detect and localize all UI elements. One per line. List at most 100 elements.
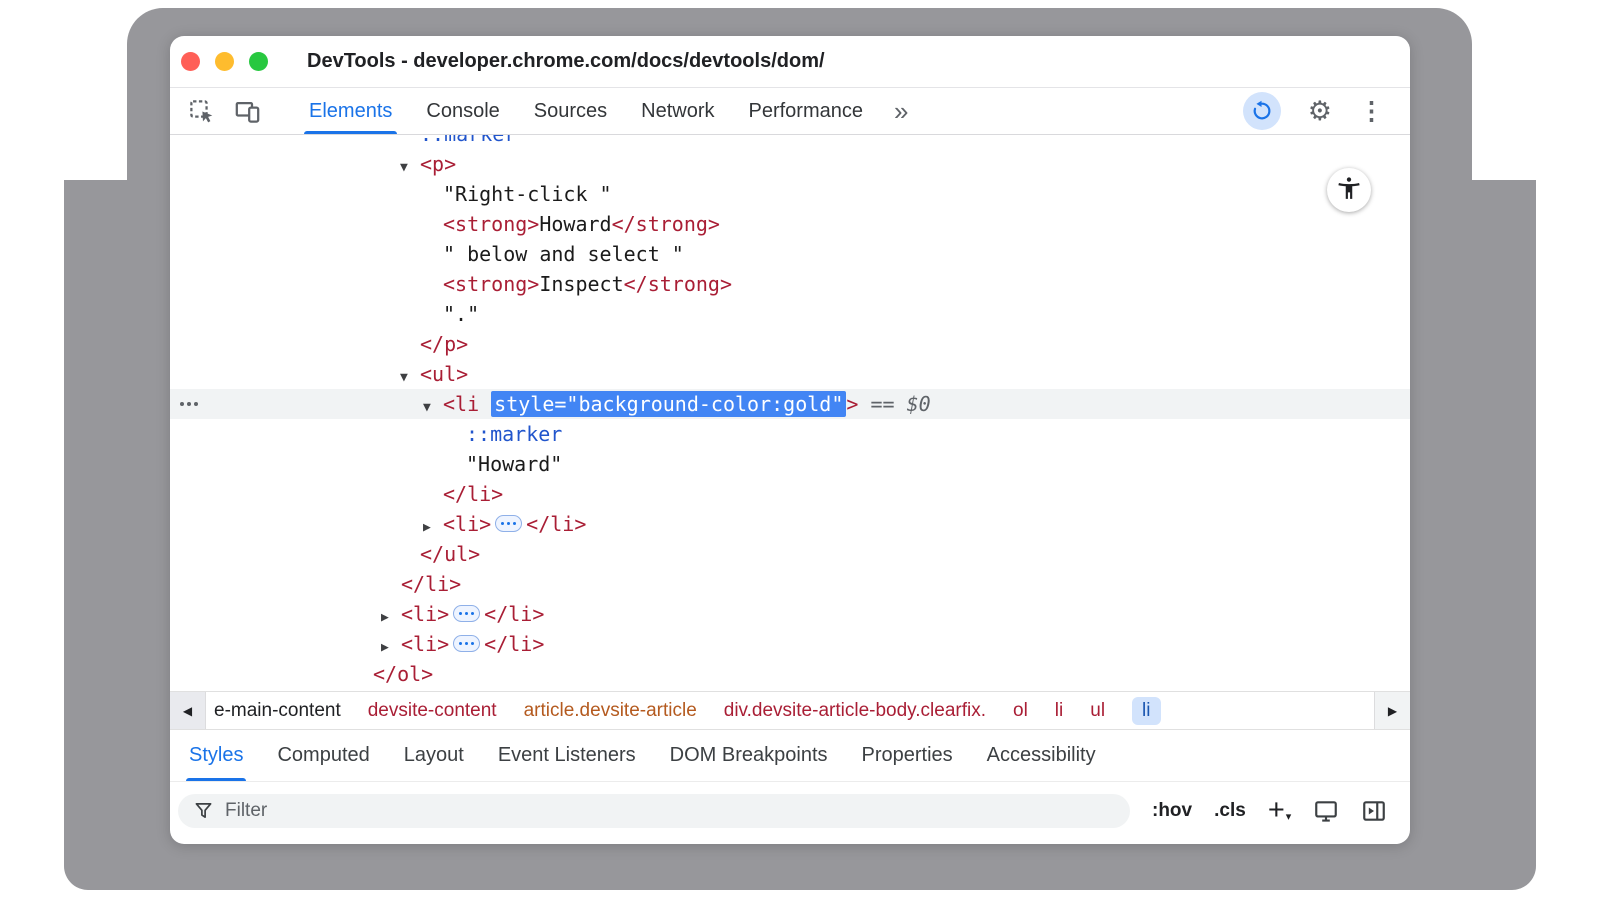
dom-row[interactable]: ▶<li></li> [170, 509, 1410, 539]
dom-segment-tag: <p> [420, 152, 456, 176]
panel-tab-event-listeners[interactable]: Event Listeners [481, 730, 653, 781]
new-style-rule-button[interactable]: + ▾ [1268, 796, 1291, 825]
dom-row[interactable]: ▼<p> [170, 149, 1410, 179]
dom-segment-tag: <ul> [420, 362, 468, 386]
kebab-menu-icon[interactable]: ⋮ [1359, 99, 1384, 124]
inspect-element-icon[interactable] [186, 96, 216, 126]
dom-segment-tag: <li> [401, 602, 449, 626]
breadcrumb-item-article-devsite-article[interactable]: article.devsite-article [524, 700, 697, 722]
breadcrumb-scroll-right[interactable]: ▶ [1374, 692, 1410, 729]
dom-segment-tag: </strong> [612, 212, 720, 236]
chevron-left-icon: ◀ [183, 704, 192, 718]
toolbar-tabs: ElementsConsoleSourcesNetworkPerformance [292, 88, 880, 134]
dom-segment-tag: <strong> [443, 212, 539, 236]
dom-segment-tag: </li> [526, 512, 586, 536]
breadcrumb-item-devsite-content[interactable]: devsite-content [368, 700, 497, 722]
tab-console[interactable]: Console [409, 88, 516, 134]
dom-segment-text: "Right-click " [443, 182, 612, 206]
dom-segment-hl: style="background-color:gold" [491, 391, 846, 417]
panel-tab-computed[interactable]: Computed [260, 730, 386, 781]
accessibility-button[interactable] [1327, 168, 1371, 212]
dom-row[interactable]: <strong>Inspect</strong> [170, 269, 1410, 299]
breadcrumb-item-e-main-content[interactable]: e-main-content [214, 700, 341, 722]
elements-tree: ::marker ▼<p>"Right-click "<strong>Howar… [170, 135, 1410, 691]
panel-tab-accessibility[interactable]: Accessibility [970, 730, 1113, 781]
dom-rows: ▼<p>"Right-click "<strong>Howard</strong… [170, 149, 1410, 689]
more-tabs-icon[interactable]: » [880, 98, 922, 124]
expand-inline-icon[interactable] [453, 635, 480, 652]
dom-segment-tag: > [846, 392, 858, 416]
devtools-update-icon[interactable] [1243, 92, 1281, 130]
settings-gear-icon[interactable]: ⚙ [1308, 98, 1332, 125]
dom-row[interactable]: </p> [170, 329, 1410, 359]
panel-tab-styles[interactable]: Styles [172, 730, 260, 781]
dom-row[interactable]: ▼<li style="background-color:gold"> == $… [170, 389, 1410, 419]
panel-tabs: StylesComputedLayoutEvent ListenersDOM B… [170, 729, 1410, 781]
dom-segment-text: Howard [539, 212, 611, 236]
maximize-button[interactable] [249, 52, 268, 71]
styles-actions: :hov .cls + ▾ [1152, 796, 1387, 825]
dom-segment-text [479, 392, 491, 416]
filter-input[interactable] [225, 800, 1126, 822]
caret-down-icon: ▾ [1286, 812, 1292, 823]
minimize-button[interactable] [215, 52, 234, 71]
toggle-element-classes-button[interactable]: .cls [1214, 800, 1246, 822]
dom-segment-tag: </p> [420, 332, 468, 356]
plus-icon: + [1268, 796, 1285, 825]
dom-row[interactable]: ▶<li></li> [170, 599, 1410, 629]
row-actions-icon[interactable] [180, 402, 198, 406]
dom-row[interactable]: "Right-click " [170, 179, 1410, 209]
dom-segment-tag: <li> [443, 512, 491, 536]
dom-segment-tag: <strong> [443, 272, 539, 296]
expand-inline-icon[interactable] [495, 515, 522, 532]
dom-row[interactable]: </ol> [170, 659, 1410, 689]
rendering-monitor-icon[interactable] [1313, 798, 1339, 824]
dom-row[interactable]: "." [170, 299, 1410, 329]
dom-segment-text: Inspect [539, 272, 623, 296]
tab-sources[interactable]: Sources [517, 88, 624, 134]
tab-elements[interactable]: Elements [292, 88, 409, 134]
expand-inline-icon[interactable] [453, 605, 480, 622]
tab-network[interactable]: Network [624, 88, 731, 134]
dom-row[interactable]: ::marker [170, 419, 1410, 449]
toolbar-right-actions: ⚙ ⋮ [1243, 92, 1410, 130]
toggle-hover-state-button[interactable]: :hov [1152, 800, 1192, 822]
panel-tab-layout[interactable]: Layout [387, 730, 481, 781]
dom-row[interactable]: " below and select " [170, 239, 1410, 269]
dom-segment-tag: </li> [401, 572, 461, 596]
dom-segment-op: == [858, 392, 906, 416]
dom-segment-tag: </ul> [420, 542, 480, 566]
dom-row[interactable]: </li> [170, 569, 1410, 599]
dom-row[interactable]: ▼<ul> [170, 359, 1410, 389]
panel-tab-properties[interactable]: Properties [845, 730, 970, 781]
titlebar: DevTools - developer.chrome.com/docs/dev… [170, 36, 1410, 88]
filter-input-wrap [178, 794, 1130, 828]
dom-row[interactable]: </ul> [170, 539, 1410, 569]
close-button[interactable] [181, 52, 200, 71]
dom-segment-text: "Howard" [466, 452, 562, 476]
styles-toolbar: :hov .cls + ▾ [170, 781, 1410, 839]
dom-segment-tag: </li> [484, 632, 544, 656]
devtools-toolbar: ElementsConsoleSourcesNetworkPerformance… [170, 88, 1410, 135]
breadcrumb-item-ol[interactable]: ol [1013, 700, 1028, 722]
dom-segment-text: "." [443, 302, 479, 326]
breadcrumb-items: e-main-content devsite-content article.dev… [206, 697, 1175, 725]
toggle-sidebar-icon[interactable] [1361, 798, 1387, 824]
breadcrumb-item-ul[interactable]: ul [1090, 700, 1105, 722]
dom-row[interactable]: "Howard" [170, 449, 1410, 479]
breadcrumb-item-li[interactable]: li [1132, 697, 1160, 725]
device-toolbar-icon[interactable] [232, 96, 262, 126]
dom-row[interactable]: ▶<li></li> [170, 629, 1410, 659]
dom-segment-text: " below and select " [443, 242, 684, 266]
breadcrumb-item-li[interactable]: li [1055, 700, 1063, 722]
breadcrumb-item-div-devsite-article-body-clearfix[interactable]: div.devsite-article-body.clearfix. [724, 700, 986, 722]
dom-row[interactable]: </li> [170, 479, 1410, 509]
dom-segment-marker: ::marker [466, 422, 562, 446]
breadcrumb-scroll-left[interactable]: ◀ [170, 692, 206, 729]
dom-segment-tag: </ol> [373, 662, 433, 686]
dom-segment-tag: </li> [443, 482, 503, 506]
chevron-right-icon: ▶ [1388, 704, 1397, 718]
dom-row[interactable]: <strong>Howard</strong> [170, 209, 1410, 239]
tab-performance[interactable]: Performance [732, 88, 881, 134]
panel-tab-dom-breakpoints[interactable]: DOM Breakpoints [653, 730, 845, 781]
